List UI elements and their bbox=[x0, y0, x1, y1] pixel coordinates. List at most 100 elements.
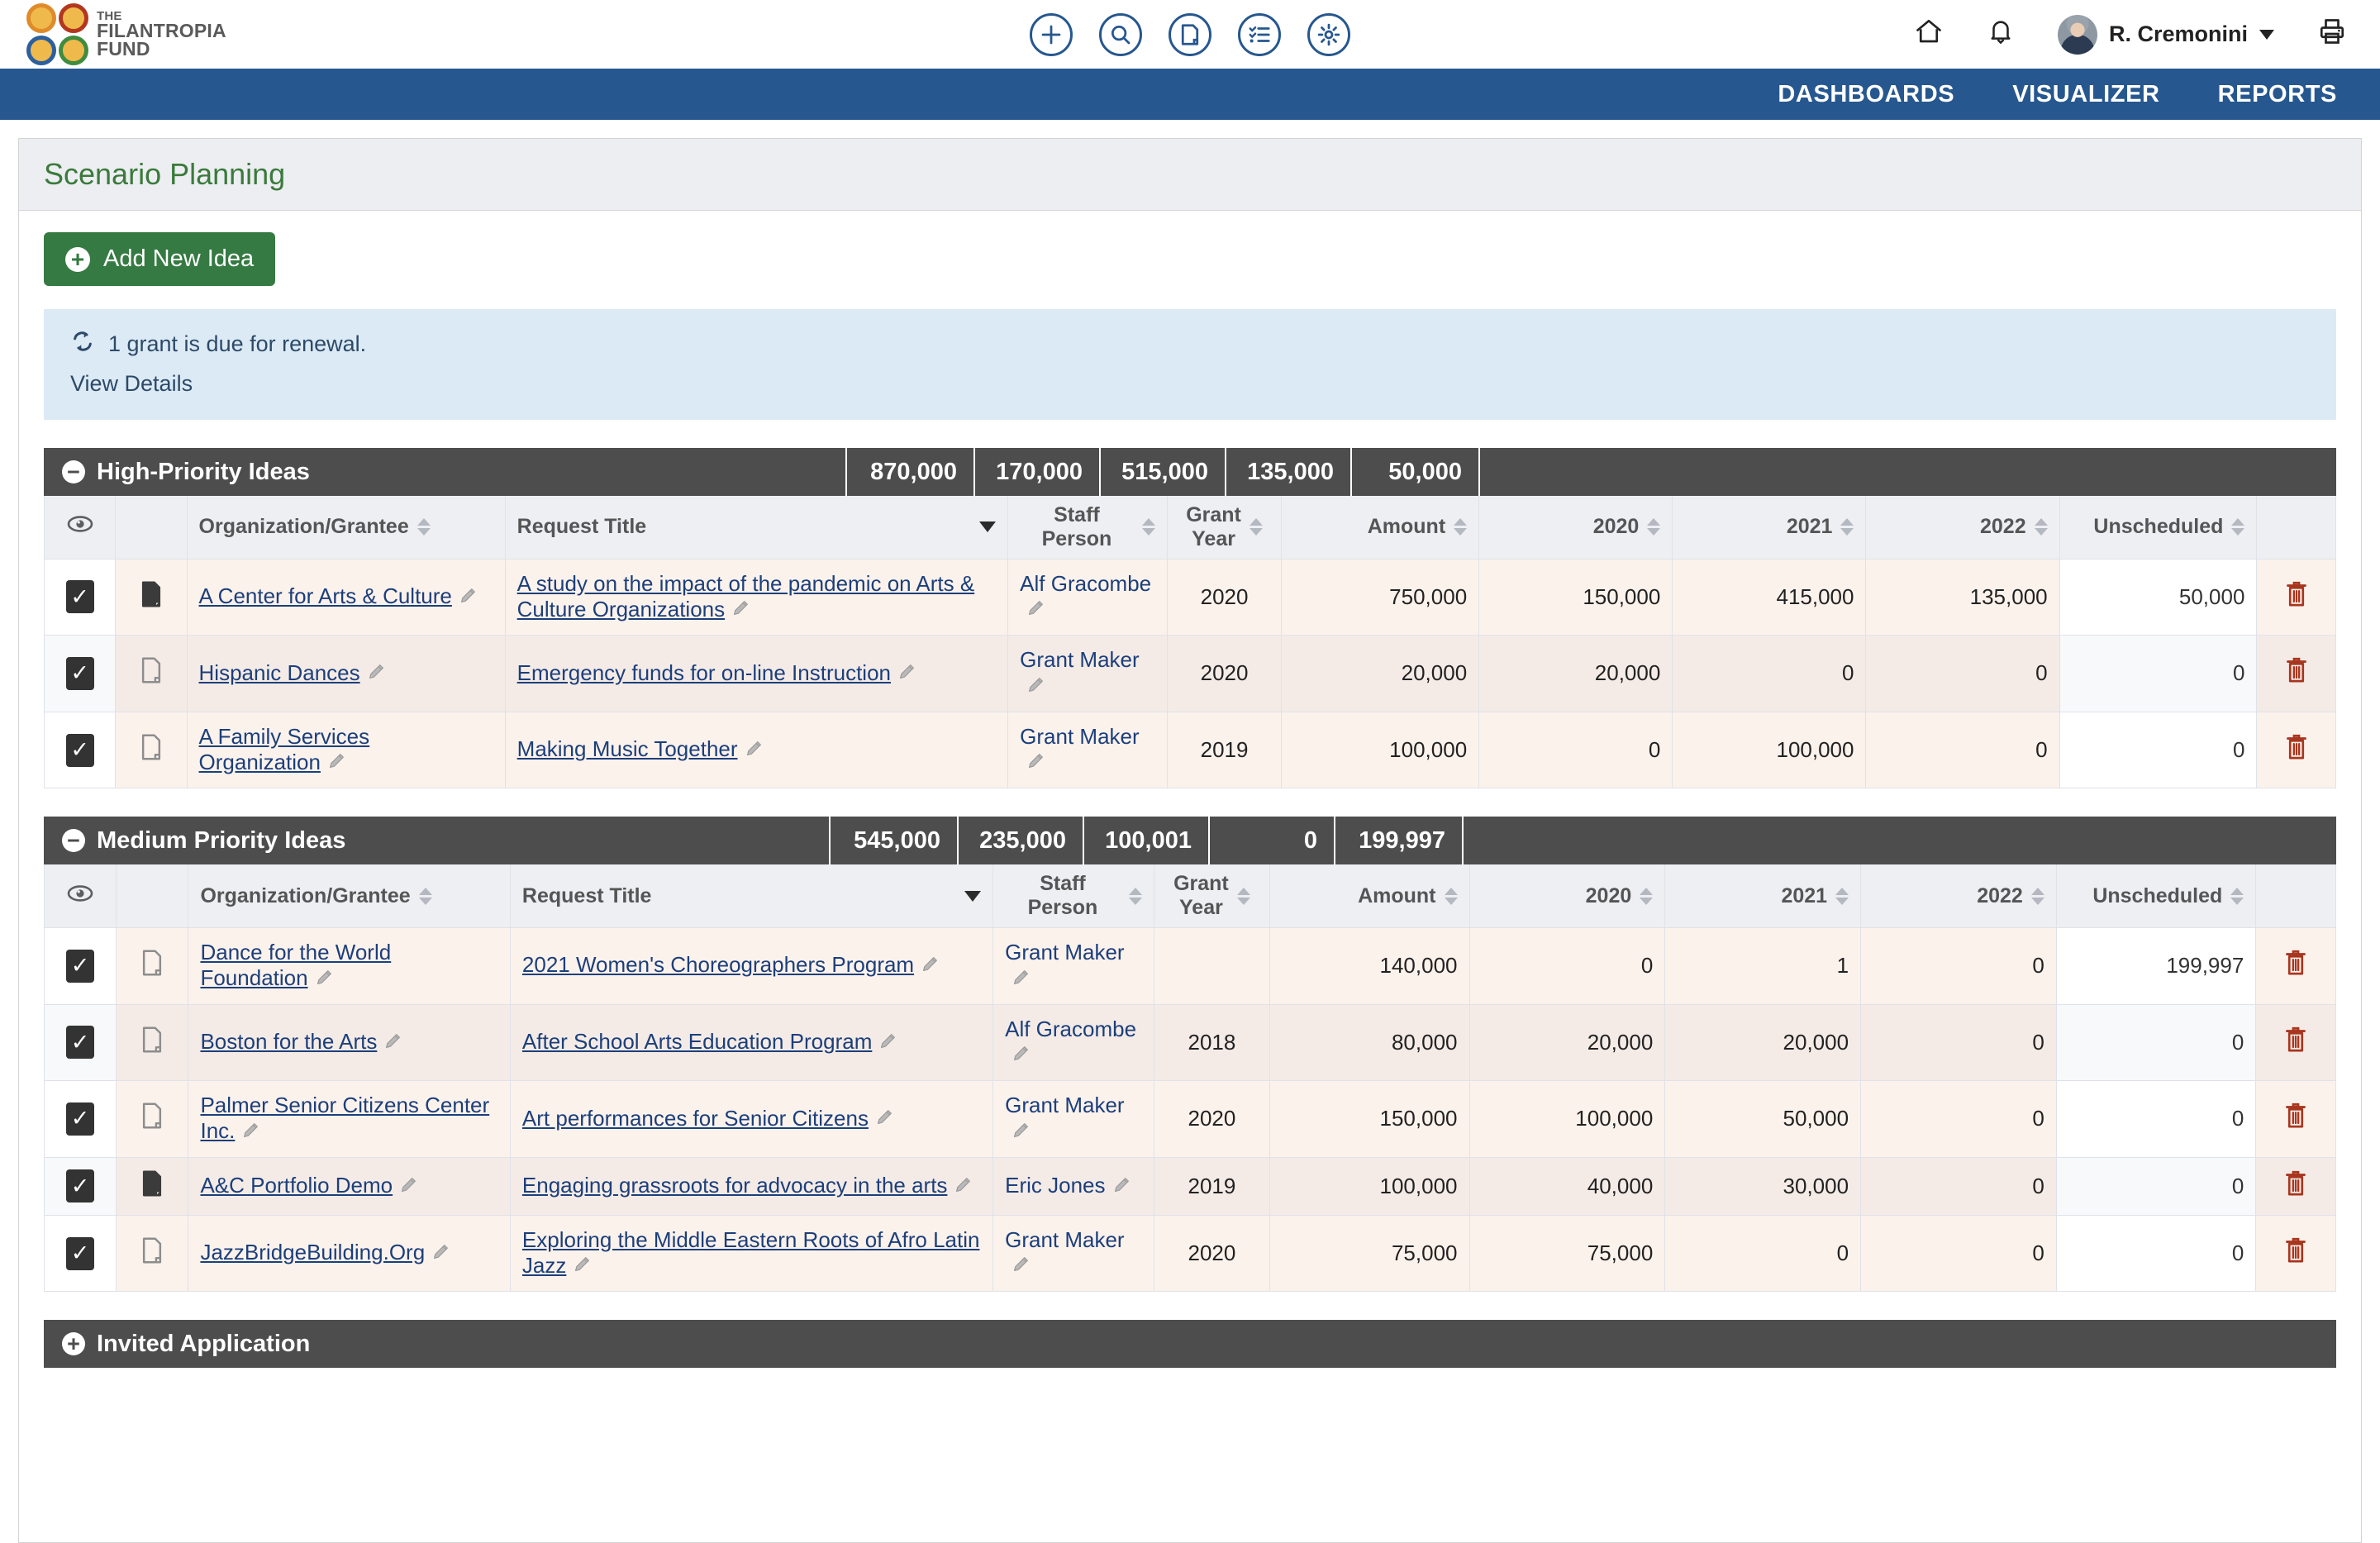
edit-pencil-icon[interactable] bbox=[1026, 598, 1045, 623]
column-grant-year[interactable]: GrantYear bbox=[1154, 864, 1269, 927]
row-note-cell[interactable] bbox=[117, 1004, 188, 1081]
sort-descending-icon[interactable] bbox=[964, 891, 981, 902]
request-title-link[interactable]: 2021 Women's Choreographers Program bbox=[522, 952, 914, 977]
row-select-checkbox[interactable]: ✓ bbox=[66, 1237, 94, 1270]
row-select-checkbox[interactable]: ✓ bbox=[66, 1102, 94, 1136]
request-title-link[interactable]: After School Arts Education Program bbox=[522, 1029, 872, 1054]
cell-delete[interactable] bbox=[2257, 636, 2336, 712]
staff-person-link[interactable]: Grant Maker bbox=[1020, 724, 1140, 749]
note-icon[interactable] bbox=[141, 1033, 163, 1058]
note-icon[interactable] bbox=[140, 588, 162, 612]
edit-pencil-icon[interactable] bbox=[431, 1241, 450, 1267]
column-unscheduled[interactable]: Unscheduled bbox=[2059, 496, 2257, 559]
request-title-link[interactable]: Emergency funds for on-line Instruction bbox=[517, 660, 891, 685]
edit-pencil-icon[interactable] bbox=[327, 750, 345, 776]
column-2020[interactable]: 2020 bbox=[1469, 864, 1665, 927]
sort-toggle-icon[interactable] bbox=[2031, 888, 2044, 905]
row-select-checkbox-cell[interactable]: ✓ bbox=[45, 927, 117, 1004]
medium-priority-ideas-collapse-toggle[interactable]: −Medium Priority Ideas bbox=[44, 817, 831, 864]
cell-delete[interactable] bbox=[2256, 1004, 2336, 1081]
checklist-icon[interactable] bbox=[1238, 13, 1281, 56]
edit-pencil-icon[interactable] bbox=[399, 1174, 417, 1200]
search-icon[interactable] bbox=[1099, 13, 1142, 56]
row-note-cell[interactable] bbox=[116, 559, 187, 636]
sort-toggle-icon[interactable] bbox=[1445, 888, 1458, 905]
row-select-checkbox-cell[interactable]: ✓ bbox=[45, 1081, 117, 1158]
delete-row-icon[interactable] bbox=[2284, 664, 2309, 689]
edit-pencil-icon[interactable] bbox=[1011, 1043, 1030, 1069]
staff-person-link[interactable]: Grant Maker bbox=[1005, 1227, 1125, 1252]
visibility-eye-icon[interactable] bbox=[66, 516, 94, 539]
edit-pencil-icon[interactable] bbox=[1011, 1254, 1030, 1279]
delete-row-icon[interactable] bbox=[2283, 1245, 2308, 1269]
row-select-checkbox[interactable]: ✓ bbox=[66, 950, 94, 983]
note-icon[interactable] bbox=[141, 1177, 163, 1202]
cell-delete[interactable] bbox=[2256, 927, 2336, 1004]
note-icon[interactable] bbox=[141, 1244, 163, 1269]
minus-circle-icon[interactable]: − bbox=[62, 460, 85, 483]
home-icon[interactable] bbox=[1914, 17, 1944, 52]
row-select-checkbox[interactable]: ✓ bbox=[66, 580, 94, 613]
staff-person-link[interactable]: Alf Gracombe bbox=[1020, 571, 1151, 596]
delete-row-icon[interactable] bbox=[2283, 1110, 2308, 1135]
delete-row-icon[interactable] bbox=[2283, 1178, 2308, 1202]
sort-toggle-icon[interactable] bbox=[1250, 518, 1263, 536]
edit-pencil-icon[interactable] bbox=[1011, 1120, 1030, 1145]
column-amount[interactable]: Amount bbox=[1282, 496, 1479, 559]
staff-person-link[interactable]: Alf Gracombe bbox=[1005, 1017, 1136, 1041]
row-select-checkbox-cell[interactable]: ✓ bbox=[45, 559, 116, 636]
organization-link[interactable]: JazzBridgeBuilding.Org bbox=[200, 1240, 425, 1264]
minus-circle-icon[interactable]: − bbox=[62, 829, 85, 852]
note-icon[interactable] bbox=[140, 741, 162, 765]
column-staff-person[interactable]: Staff Person bbox=[1008, 496, 1168, 559]
notifications-bell-icon[interactable] bbox=[1987, 17, 2015, 52]
column-request-title[interactable]: Request Title bbox=[510, 864, 992, 927]
nav-item-dashboards[interactable]: DASHBOARDS bbox=[1778, 81, 1954, 108]
row-select-checkbox[interactable]: ✓ bbox=[66, 1026, 94, 1059]
column-grant-year[interactable]: GrantYear bbox=[1167, 496, 1282, 559]
edit-pencil-icon[interactable] bbox=[1026, 674, 1045, 700]
sort-toggle-icon[interactable] bbox=[419, 888, 432, 905]
delete-row-icon[interactable] bbox=[2283, 1034, 2308, 1059]
sort-toggle-icon[interactable] bbox=[417, 518, 431, 536]
cell-delete[interactable] bbox=[2256, 1215, 2336, 1292]
add-new-idea-button[interactable]: + Add New Idea bbox=[44, 232, 275, 286]
organization-link[interactable]: Dance for the World Foundation bbox=[200, 940, 391, 990]
row-note-cell[interactable] bbox=[117, 1081, 188, 1158]
row-select-checkbox[interactable]: ✓ bbox=[66, 657, 94, 690]
delete-row-icon[interactable] bbox=[2284, 588, 2309, 613]
note-icon[interactable] bbox=[140, 664, 162, 688]
organization-link[interactable]: A Center for Arts & Culture bbox=[199, 583, 452, 608]
cell-delete[interactable] bbox=[2256, 1081, 2336, 1158]
nav-item-visualizer[interactable]: VISUALIZER bbox=[2012, 81, 2159, 108]
column-amount[interactable]: Amount bbox=[1270, 864, 1469, 927]
column-2021[interactable]: 2021 bbox=[1665, 864, 1861, 927]
chevron-down-icon[interactable] bbox=[2259, 30, 2274, 40]
column-visibility[interactable] bbox=[45, 864, 117, 927]
edit-pencil-icon[interactable] bbox=[954, 1174, 972, 1200]
note-icon[interactable] bbox=[141, 1109, 163, 1134]
edit-pencil-icon[interactable] bbox=[459, 585, 477, 611]
row-select-checkbox[interactable]: ✓ bbox=[66, 734, 94, 767]
cell-delete[interactable] bbox=[2256, 1157, 2336, 1215]
column-request-title[interactable]: Request Title bbox=[505, 496, 1008, 559]
cell-delete[interactable] bbox=[2257, 712, 2336, 788]
edit-pencil-icon[interactable] bbox=[921, 954, 939, 979]
organization-link[interactable]: Hispanic Dances bbox=[199, 660, 360, 685]
edit-pencil-icon[interactable] bbox=[383, 1031, 402, 1056]
sort-toggle-icon[interactable] bbox=[2230, 888, 2244, 905]
user-menu[interactable]: R. Cremonini bbox=[2058, 15, 2274, 55]
edit-pencil-icon[interactable] bbox=[1011, 967, 1030, 993]
staff-person-link[interactable]: Eric Jones bbox=[1005, 1173, 1105, 1198]
organization-link[interactable]: Boston for the Arts bbox=[200, 1029, 377, 1054]
edit-pencil-icon[interactable] bbox=[1112, 1174, 1130, 1200]
column-visibility[interactable] bbox=[45, 496, 116, 559]
row-select-checkbox-cell[interactable]: ✓ bbox=[45, 1215, 117, 1292]
sort-toggle-icon[interactable] bbox=[1142, 518, 1155, 536]
column-unscheduled[interactable]: Unscheduled bbox=[2056, 864, 2255, 927]
note-icon[interactable] bbox=[141, 956, 163, 981]
plus-circle-icon[interactable]: + bbox=[62, 1332, 85, 1355]
row-note-cell[interactable] bbox=[116, 712, 187, 788]
sort-toggle-icon[interactable] bbox=[1647, 518, 1660, 536]
sort-toggle-icon[interactable] bbox=[1835, 888, 1849, 905]
